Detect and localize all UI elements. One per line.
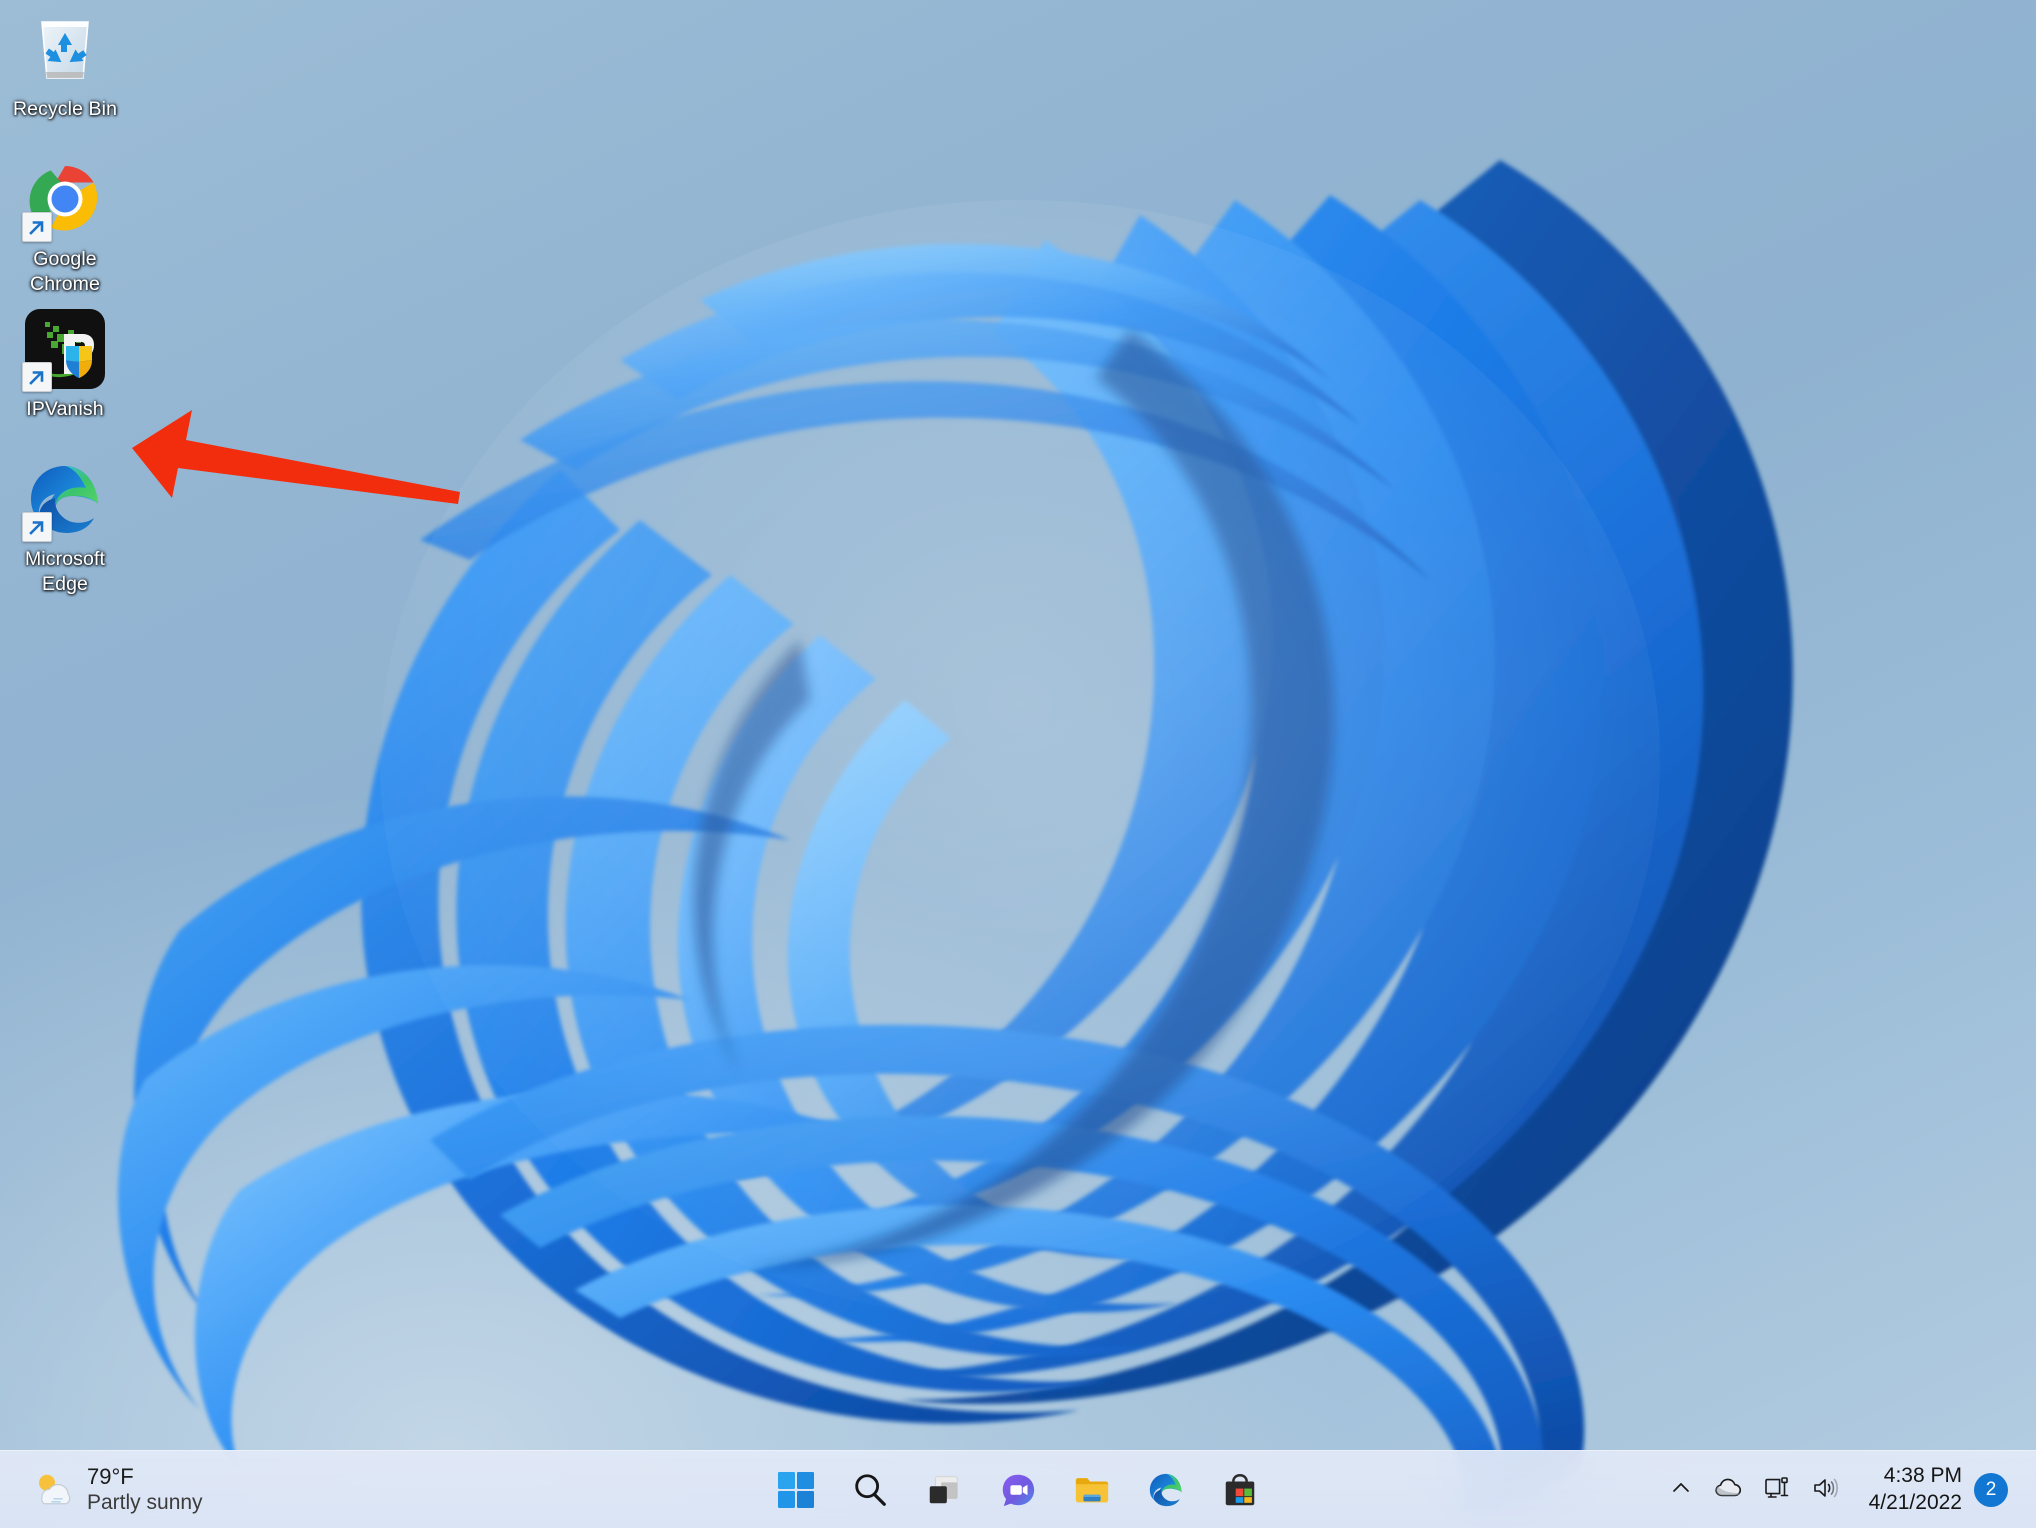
shortcut-overlay-icon	[22, 512, 52, 542]
annotation-arrow-icon	[132, 410, 460, 504]
onedrive-button[interactable]	[1707, 1466, 1751, 1514]
shortcut-overlay-icon	[22, 362, 52, 392]
desktop-icon-ipvanish[interactable]: IPVanish	[0, 308, 130, 422]
search-button[interactable]	[844, 1464, 896, 1516]
taskbar[interactable]: 79°F Partly sunny 4:38 PM 4/21/2022 2	[0, 1450, 2036, 1528]
desktop-icon-label: Google Chrome	[30, 248, 100, 295]
ipvanish-icon	[22, 308, 106, 392]
task-view-icon	[925, 1471, 963, 1509]
store-bag-icon	[1221, 1471, 1259, 1509]
chevron-up-icon	[1669, 1476, 1693, 1505]
desktop-icon-recycle-bin[interactable]: Recycle Bin	[0, 8, 130, 122]
network-button[interactable]	[1755, 1466, 1799, 1514]
file-explorer-button[interactable]	[1066, 1464, 1118, 1516]
clock-time: 4:38 PM	[1883, 1464, 1962, 1488]
taskbar-center-cluster	[770, 1451, 1266, 1528]
taskbar-weather-widget[interactable]: 79°F Partly sunny	[22, 1459, 213, 1519]
network-monitor-icon	[1763, 1475, 1791, 1506]
edge-taskbar-button[interactable]	[1140, 1464, 1192, 1516]
edge-icon	[22, 458, 106, 542]
desktop-icon-label: IPVanish	[26, 398, 104, 420]
partly-sunny-icon	[32, 1469, 74, 1511]
weather-temperature: 79°F	[87, 1463, 134, 1489]
desktop-icon-microsoft-edge[interactable]: Microsoft Edge	[0, 458, 130, 597]
desktop[interactable]: Recycle Bin Google Chrome IPVanish Micro…	[0, 0, 2036, 1528]
chat-teams-icon	[999, 1471, 1037, 1509]
store-button[interactable]	[1214, 1464, 1266, 1516]
system-tray: 4:38 PM 4/21/2022 2	[1651, 1451, 2022, 1528]
edge-icon	[1147, 1471, 1185, 1509]
shortcut-overlay-icon	[22, 212, 52, 242]
speaker-icon	[1811, 1476, 1839, 1505]
chat-button[interactable]	[992, 1464, 1044, 1516]
clock[interactable]: 4:38 PM 4/21/2022	[1855, 1463, 1974, 1517]
windows-logo-icon	[776, 1470, 816, 1510]
volume-button[interactable]	[1803, 1466, 1847, 1514]
weather-condition: Partly sunny	[87, 1491, 203, 1515]
start-button[interactable]	[770, 1464, 822, 1516]
chrome-icon	[22, 158, 106, 242]
desktop-wallpaper	[117, 160, 1793, 1510]
search-icon	[851, 1471, 889, 1509]
clock-date: 4/21/2022	[1868, 1491, 1962, 1514]
tray-icon-group	[1651, 1466, 1855, 1514]
notification-badge[interactable]: 2	[1974, 1473, 2008, 1507]
show-hidden-icons-button[interactable]	[1659, 1466, 1703, 1514]
recycle-bin-icon	[24, 8, 106, 90]
task-view-button[interactable]	[918, 1464, 970, 1516]
folder-icon	[1073, 1471, 1111, 1509]
desktop-icon-label: Recycle Bin	[12, 98, 118, 120]
desktop-icon-google-chrome[interactable]: Google Chrome	[0, 158, 130, 297]
cloud-icon	[1714, 1475, 1744, 1506]
desktop-icon-label: Microsoft Edge	[25, 548, 105, 595]
